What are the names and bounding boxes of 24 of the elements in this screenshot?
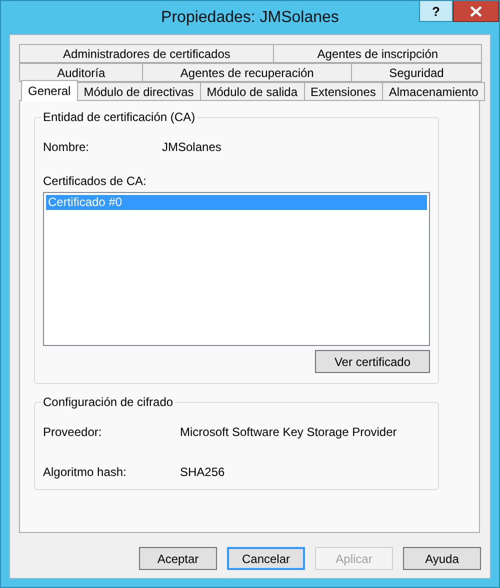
field-value: Microsoft Software Key Storage Provider (180, 425, 397, 439)
tab[interactable]: Agentes de inscripción (273, 44, 482, 63)
close-icon (470, 6, 482, 16)
window-title: Propiedades: JMSolanes (161, 9, 339, 27)
group-legend: Entidad de certificación (CA) (41, 110, 198, 124)
group-legend: Configuración de cifrado (41, 395, 176, 409)
field-label: Algoritmo hash: (43, 465, 128, 479)
field-value: JMSolanes (162, 140, 222, 154)
tab[interactable]: Almacenamiento (382, 82, 486, 101)
tab[interactable]: General (21, 80, 78, 101)
tab[interactable]: Agentes de recuperación (142, 63, 352, 82)
view-certificate-button[interactable]: Ver certificado (315, 350, 430, 373)
dialog-button[interactable]: Cancelar (227, 547, 305, 570)
dialog-button[interactable]: Ayuda (403, 547, 481, 570)
field-label: Nombre: (43, 140, 90, 154)
tab[interactable]: Administradores de certificados (19, 44, 274, 63)
field-label: Proveedor: (43, 425, 103, 439)
field-value: SHA256 (180, 465, 225, 479)
tab[interactable]: Auditoría (19, 63, 144, 82)
field-label: Certificados de CA: (43, 174, 148, 188)
tab[interactable]: Seguridad (351, 63, 482, 82)
close-button[interactable] (453, 1, 499, 22)
dialog-button[interactable]: Aceptar (139, 547, 217, 570)
help-button[interactable]: ? (419, 1, 453, 22)
